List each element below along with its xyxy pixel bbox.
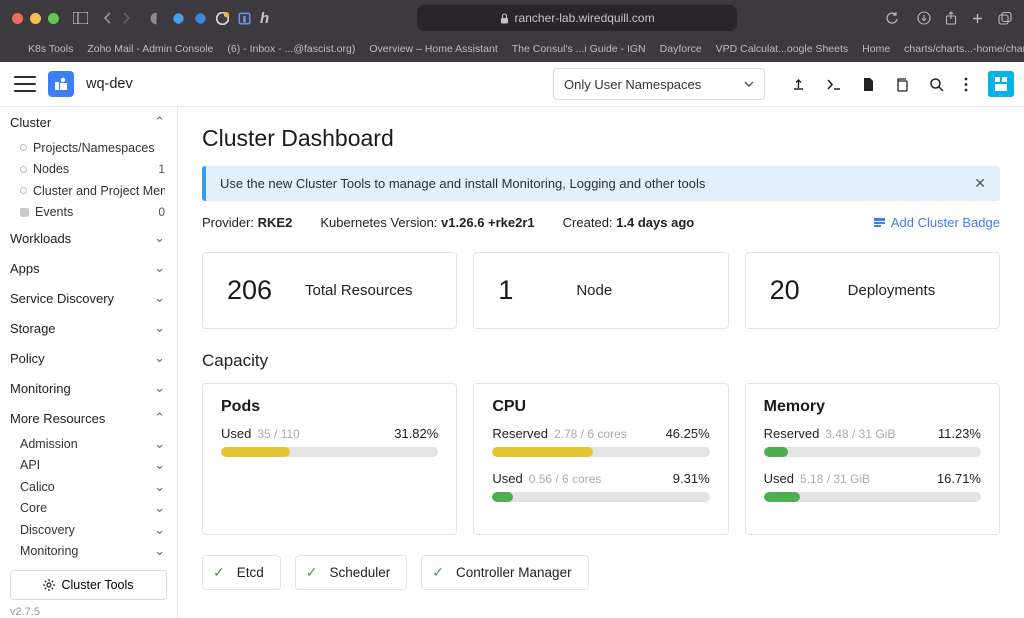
page-title: Cluster Dashboard — [202, 125, 1000, 152]
stat-card-node[interactable]: 1Node — [473, 252, 728, 329]
browser-chrome: h rancher-lab.wiredquill.com K8s Tools Z… — [0, 0, 1024, 62]
chevron-down-icon — [744, 81, 754, 87]
sidebar-item-core[interactable]: Core⌄ — [0, 498, 177, 520]
copy-icon[interactable] — [894, 77, 909, 92]
sidebar-group-workloads[interactable]: Workloads⌄ — [0, 223, 177, 253]
cluster-meta: Provider: RKE2 Kubernetes Version: v1.26… — [202, 215, 1000, 230]
sidebar-item-discovery[interactable]: Discovery⌄ — [0, 519, 177, 541]
stat-card-deployments[interactable]: 20Deployments — [745, 252, 1000, 329]
gear-icon — [43, 579, 55, 591]
sidebar: Cluster⌃Projects/NamespacesNodes1Cluster… — [0, 107, 178, 618]
extension-icons[interactable]: h — [150, 10, 269, 27]
capacity-title: Capacity — [202, 351, 1000, 371]
sidebar-group-more-resources[interactable]: More Resources⌃ — [0, 403, 177, 433]
capacity-card-memory: MemoryReserved3.48 / 31 GiB11.23%Used5.1… — [745, 383, 1000, 535]
forward-button — [120, 11, 132, 25]
url-bar[interactable]: rancher-lab.wiredquill.com — [417, 5, 737, 31]
rancher-logo[interactable] — [988, 71, 1014, 97]
check-icon: ✓ — [306, 564, 318, 581]
badge-icon — [873, 216, 886, 229]
cluster-icon — [48, 71, 74, 97]
new-tab-icon[interactable] — [971, 12, 984, 25]
close-icon[interactable]: ✕ — [974, 175, 986, 192]
sidebar-item-monitoring[interactable]: Monitoring⌄ — [0, 541, 177, 563]
cluster-name: wq-dev — [86, 76, 133, 92]
window-controls[interactable] — [12, 13, 59, 24]
import-icon[interactable] — [791, 77, 806, 92]
sidebar-item-api[interactable]: API⌄ — [0, 455, 177, 477]
capacity-card-cpu: CPUReserved2.78 / 6 cores46.25%Used0.56 … — [473, 383, 728, 535]
sidebar-group-monitoring[interactable]: Monitoring⌄ — [0, 373, 177, 403]
sidebar-group-policy[interactable]: Policy⌄ — [0, 343, 177, 373]
cluster-tools-button[interactable]: Cluster Tools — [10, 570, 167, 600]
check-icon: ✓ — [432, 564, 444, 581]
sidebar-item-events[interactable]: Events0 — [0, 202, 177, 224]
sidebar-item-cluster-and-project-members[interactable]: Cluster and Project Members — [0, 180, 177, 202]
sidebar-item-projects/namespaces[interactable]: Projects/Namespaces — [0, 137, 177, 159]
sidebar-group-cluster[interactable]: Cluster⌃ — [0, 107, 177, 137]
main-content: Cluster Dashboard Use the new Cluster To… — [178, 107, 1024, 618]
bookmarks-bar[interactable]: K8s Tools Zoho Mail - Admin Console (6) … — [0, 36, 1024, 62]
search-icon[interactable] — [929, 77, 944, 92]
reload-icon[interactable] — [885, 11, 899, 25]
check-icon: ✓ — [213, 564, 225, 581]
stat-card-total-resources[interactable]: 206Total Resources — [202, 252, 457, 329]
kebab-icon[interactable] — [964, 77, 968, 92]
share-icon[interactable] — [945, 11, 957, 25]
back-button[interactable] — [102, 11, 114, 25]
sidebar-toggle-icon[interactable] — [73, 12, 88, 24]
namespace-filter[interactable]: Only User Namespaces — [553, 68, 765, 100]
add-cluster-badge[interactable]: Add Cluster Badge — [873, 215, 1000, 230]
lock-icon — [500, 13, 509, 24]
component-scheduler: ✓Scheduler — [295, 555, 408, 590]
sidebar-group-service-discovery[interactable]: Service Discovery⌄ — [0, 283, 177, 313]
sidebar-item-calico[interactable]: Calico⌄ — [0, 476, 177, 498]
sidebar-item-nodes[interactable]: Nodes1 — [0, 159, 177, 181]
component-etcd: ✓Etcd — [202, 555, 281, 590]
sidebar-item-admission[interactable]: Admission⌄ — [0, 433, 177, 455]
version-label: v2.7.5 — [0, 602, 177, 618]
tabs-icon[interactable] — [998, 12, 1012, 25]
sidebar-group-apps[interactable]: Apps⌄ — [0, 253, 177, 283]
menu-toggle[interactable] — [14, 76, 36, 92]
component-controller-manager: ✓Controller Manager — [421, 555, 588, 590]
file-icon[interactable] — [862, 77, 874, 92]
sidebar-group-storage[interactable]: Storage⌄ — [0, 313, 177, 343]
download-icon[interactable] — [917, 11, 931, 25]
info-banner: Use the new Cluster Tools to manage and … — [202, 166, 1000, 201]
url-text: rancher-lab.wiredquill.com — [515, 11, 655, 25]
capacity-card-pods: PodsUsed35 / 11031.82% — [202, 383, 457, 535]
shell-icon[interactable] — [826, 78, 842, 91]
app-header: wq-dev Only User Namespaces — [0, 62, 1024, 107]
